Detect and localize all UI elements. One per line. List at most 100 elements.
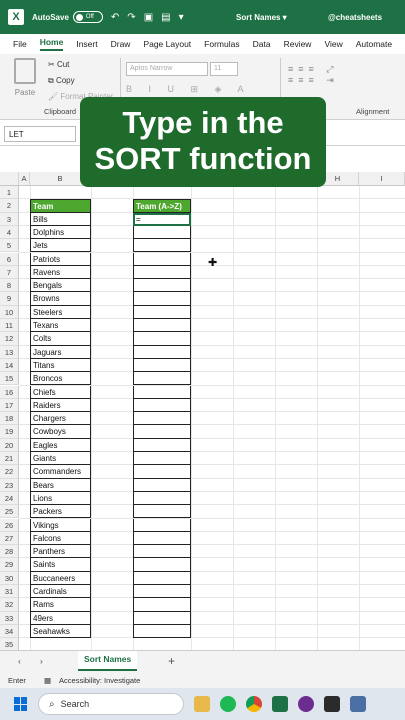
- tab-home[interactable]: Home: [39, 37, 64, 51]
- row-header[interactable]: 35: [0, 638, 19, 650]
- sorted-team-cell[interactable]: [133, 239, 191, 253]
- row-header[interactable]: 5: [0, 239, 19, 253]
- row-header[interactable]: 25: [0, 505, 19, 519]
- sorted-team-cell[interactable]: [133, 491, 191, 506]
- accessibility-status[interactable]: Accessibility: Investigate: [59, 676, 140, 685]
- row-header[interactable]: 17: [0, 398, 19, 413]
- team-cell[interactable]: Chargers: [30, 412, 91, 426]
- team-cell[interactable]: Dolphins: [30, 225, 91, 240]
- row-header[interactable]: 13: [0, 345, 19, 359]
- sorted-team-cell[interactable]: [133, 345, 191, 359]
- sorted-team-cell[interactable]: [133, 571, 191, 585]
- row-header[interactable]: 27: [0, 531, 19, 546]
- header-cell-team[interactable]: Team: [30, 199, 91, 213]
- next-sheet-icon[interactable]: ›: [40, 656, 43, 666]
- chrome-icon[interactable]: [246, 696, 262, 712]
- team-cell[interactable]: Jaguars: [30, 345, 91, 359]
- terminal-icon[interactable]: [324, 696, 340, 712]
- team-cell[interactable]: Bengals: [30, 279, 91, 293]
- sorted-team-cell[interactable]: [133, 478, 191, 492]
- team-cell[interactable]: Bears: [30, 478, 91, 492]
- font-format-icons[interactable]: B I U ⊞ ◈ A: [126, 84, 250, 95]
- autosave-toggle[interactable]: Off: [72, 11, 103, 23]
- tab-file[interactable]: File: [13, 39, 27, 49]
- sorted-team-cell[interactable]: [133, 305, 191, 319]
- team-cell[interactable]: Patriots: [30, 252, 91, 266]
- sheet-tab-sort-names[interactable]: Sort Names: [78, 651, 138, 671]
- team-cell[interactable]: Texans: [30, 319, 91, 333]
- file-explorer-icon[interactable]: [194, 696, 210, 712]
- team-cell[interactable]: Panthers: [30, 545, 91, 559]
- spreadsheet-grid[interactable]: A B C D E F G H I 1234567891011121314151…: [0, 172, 405, 650]
- select-all-corner[interactable]: [0, 172, 19, 186]
- sorted-team-cell[interactable]: [133, 585, 191, 599]
- tab-draw[interactable]: Draw: [111, 39, 131, 49]
- team-cell[interactable]: Ravens: [30, 265, 91, 280]
- more-commands-icon[interactable]: ▾: [179, 12, 184, 23]
- row-header[interactable]: 26: [0, 518, 19, 532]
- row-header[interactable]: 14: [0, 358, 19, 373]
- team-cell[interactable]: Lions: [30, 491, 91, 506]
- team-cell[interactable]: Jets: [30, 239, 91, 253]
- font-size-box[interactable]: 11: [210, 62, 238, 76]
- row-header[interactable]: 32: [0, 598, 19, 612]
- row-header[interactable]: 6: [0, 252, 19, 266]
- row-header[interactable]: 15: [0, 372, 19, 386]
- prev-sheet-icon[interactable]: ‹: [18, 656, 21, 666]
- row-header[interactable]: 33: [0, 611, 19, 625]
- macro-record-icon[interactable]: ▦: [44, 676, 51, 685]
- row-header[interactable]: 3: [0, 212, 19, 226]
- sorted-team-cell[interactable]: [133, 611, 191, 625]
- column-header-a[interactable]: A: [19, 172, 30, 186]
- sorted-team-cell[interactable]: [133, 292, 191, 306]
- team-cell[interactable]: Giants: [30, 452, 91, 466]
- tab-page-layout[interactable]: Page Layout: [143, 39, 191, 49]
- team-cell[interactable]: Falcons: [30, 531, 91, 546]
- sorted-team-cell[interactable]: [133, 598, 191, 612]
- sorted-team-cell[interactable]: [133, 252, 191, 266]
- windows-start-icon[interactable]: [14, 697, 28, 711]
- sorted-team-cell[interactable]: [133, 225, 191, 240]
- sorted-team-cell[interactable]: [133, 372, 191, 386]
- sorted-team-cell[interactable]: [133, 465, 191, 479]
- row-header[interactable]: 2: [0, 199, 19, 213]
- team-cell[interactable]: Cowboys: [30, 425, 91, 439]
- row-header[interactable]: 8: [0, 279, 19, 293]
- font-name-box[interactable]: Aptos Narrow: [126, 62, 208, 76]
- sorted-team-cell[interactable]: [133, 425, 191, 439]
- sorted-team-cell[interactable]: [133, 558, 191, 572]
- team-cell[interactable]: Packers: [30, 505, 91, 519]
- row-header[interactable]: 11: [0, 319, 19, 333]
- team-cell[interactable]: Rams: [30, 598, 91, 612]
- row-header[interactable]: 19: [0, 425, 19, 439]
- team-cell[interactable]: Broncos: [30, 372, 91, 386]
- team-cell[interactable]: 49ers: [30, 611, 91, 625]
- spotify-icon[interactable]: [220, 696, 236, 712]
- team-cell[interactable]: Raiders: [30, 398, 91, 413]
- tab-review[interactable]: Review: [284, 39, 312, 49]
- copy-button[interactable]: ⧉ Copy: [48, 76, 75, 86]
- sorted-team-cell[interactable]: [133, 332, 191, 346]
- row-header[interactable]: 16: [0, 385, 19, 399]
- row-header[interactable]: 29: [0, 558, 19, 572]
- sorted-team-cell[interactable]: [133, 518, 191, 532]
- sorted-team-cell[interactable]: [133, 279, 191, 293]
- name-box[interactable]: LET: [4, 126, 76, 142]
- header-cell-team-sorted[interactable]: Team (A->Z): [133, 199, 191, 213]
- sorted-team-cell[interactable]: [133, 624, 191, 639]
- calculator-icon[interactable]: [350, 696, 366, 712]
- sorted-team-cell[interactable]: [133, 531, 191, 546]
- row-header[interactable]: 22: [0, 465, 19, 479]
- row-header[interactable]: 23: [0, 478, 19, 492]
- team-cell[interactable]: Titans: [30, 358, 91, 373]
- row-header[interactable]: 28: [0, 545, 19, 559]
- team-cell[interactable]: Saints: [30, 558, 91, 572]
- excel-taskbar-icon[interactable]: [272, 696, 288, 712]
- row-header[interactable]: 20: [0, 438, 19, 452]
- team-cell[interactable]: Buccaneers: [30, 571, 91, 585]
- tab-insert[interactable]: Insert: [76, 39, 97, 49]
- team-cell[interactable]: Bills: [30, 212, 91, 226]
- sorted-team-cell[interactable]: [133, 319, 191, 333]
- sorted-team-cell[interactable]: [133, 412, 191, 426]
- tab-formulas[interactable]: Formulas: [204, 39, 239, 49]
